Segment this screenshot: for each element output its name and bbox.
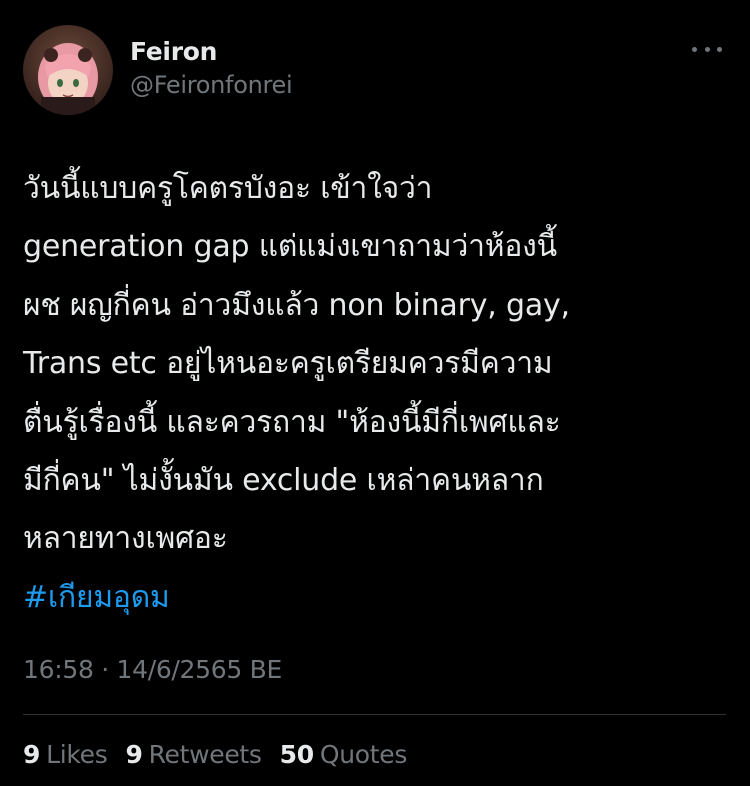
likes-count: 9 — [23, 740, 41, 769]
tweet-line: มีกี่คน" ไม่งั้นมัน exclude เหล่าคนหลาก — [23, 463, 544, 499]
retweets-count: 9 — [125, 740, 143, 769]
tweet-line: Trans etc อยู่ไหนอะครูเตรียมควรมีความ — [23, 346, 553, 382]
tweet-stats: 9 Likes 9 Retweets 50 Quotes — [23, 737, 407, 773]
quotes-stat[interactable]: 50 Quotes — [279, 737, 408, 773]
tweet-body: วันนี้แบบครูโคตรบังอะ เข้าใจว่า generati… — [23, 160, 733, 627]
tweet-line: วันนี้แบบครูโคตรบังอะ เข้าใจว่า — [23, 171, 433, 206]
avatar[interactable] — [23, 25, 113, 115]
more-horizontal-icon[interactable] — [692, 39, 722, 59]
retweets-stat[interactable]: 9 Retweets — [125, 737, 261, 773]
author-display-name[interactable]: Feiron — [130, 37, 292, 67]
dot — [704, 46, 710, 52]
dot — [717, 46, 722, 52]
author-names: Feiron @Feironfonrei — [130, 37, 293, 101]
quotes-label: Quotes — [319, 740, 408, 769]
quotes-count: 50 — [279, 740, 315, 769]
retweets-label: Retweets — [148, 740, 262, 769]
divider — [23, 714, 726, 715]
tweet-header: Feiron @Feironfonrei — [23, 25, 726, 115]
hashtag-link[interactable]: #เกียมอุดม — [23, 580, 170, 615]
tweet-line: ผช ผญกี่คน อ่าวมึงแล้ว non binary, gay, — [23, 287, 570, 323]
dot — [692, 46, 697, 52]
likes-stat[interactable]: 9 Likes — [23, 737, 108, 773]
tweet-line: ตื่นรู้เรื่องนี้ และควรถาม "ห้องนี้มีกี่… — [23, 404, 561, 440]
likes-label: Likes — [46, 740, 108, 769]
tweet-line: generation gap แต่แม่งเขาถามว่าห้องนี้ — [23, 229, 557, 265]
author-handle[interactable]: @Feironfonrei — [130, 69, 293, 101]
tweet-line: หลายทางเพศอะ — [23, 521, 228, 557]
tweet-timestamp[interactable]: 16:58 · 14/6/2565 BE — [23, 652, 282, 688]
avatar-image — [23, 25, 113, 115]
